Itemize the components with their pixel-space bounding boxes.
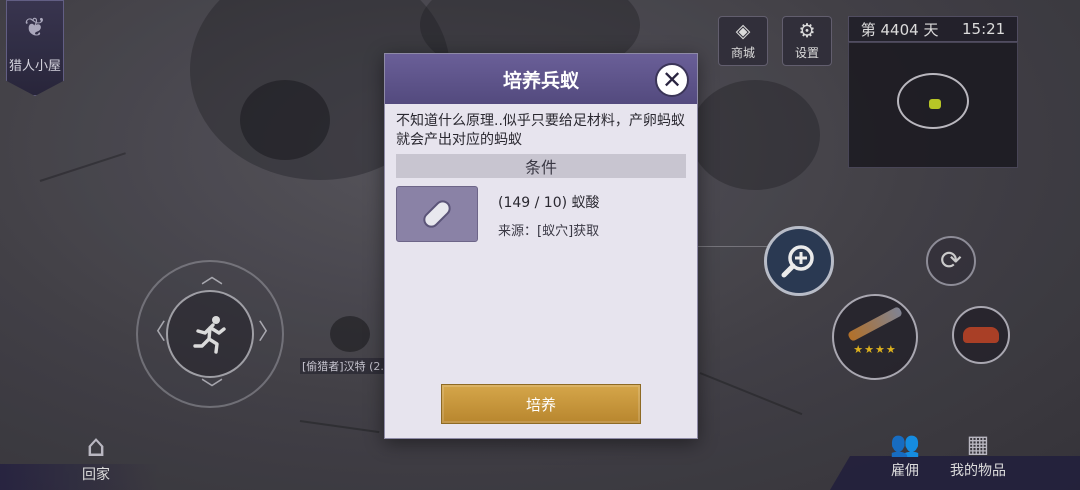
cultivate-soldier-ant-dialog: 培养兵蚁 ✕ 不知道什么原理..似乎只要给足材料，产卵蚂蚁就会产出对应的蚂蚁 条… <box>384 53 698 439</box>
requirement-amount: (149 / 10) 蚁酸 <box>498 195 600 211</box>
dialog-description: 不知道什么原理..似乎只要给足材料，产卵蚂蚁就会产出对应的蚂蚁 <box>396 113 685 148</box>
close-icon: ✕ <box>661 66 683 94</box>
cultivate-button[interactable]: 培养 <box>441 384 641 424</box>
formic-acid-item-slot[interactable] <box>396 186 478 242</box>
requirement-source: 来源：[蚁穴]获取 <box>498 224 600 239</box>
requirements-header: 条件 <box>396 154 686 178</box>
dialog-title: 培养兵蚁 <box>502 69 579 92</box>
requirement-row: (149 / 10) 蚁酸 来源：[蚁穴]获取 <box>396 186 686 242</box>
formic-acid-icon <box>422 199 452 229</box>
requirement-text: (149 / 10) 蚁酸 来源：[蚁穴]获取 <box>498 186 600 242</box>
close-button[interactable]: ✕ <box>655 63 689 97</box>
dialog-header: 培养兵蚁 ✕ <box>385 54 697 104</box>
